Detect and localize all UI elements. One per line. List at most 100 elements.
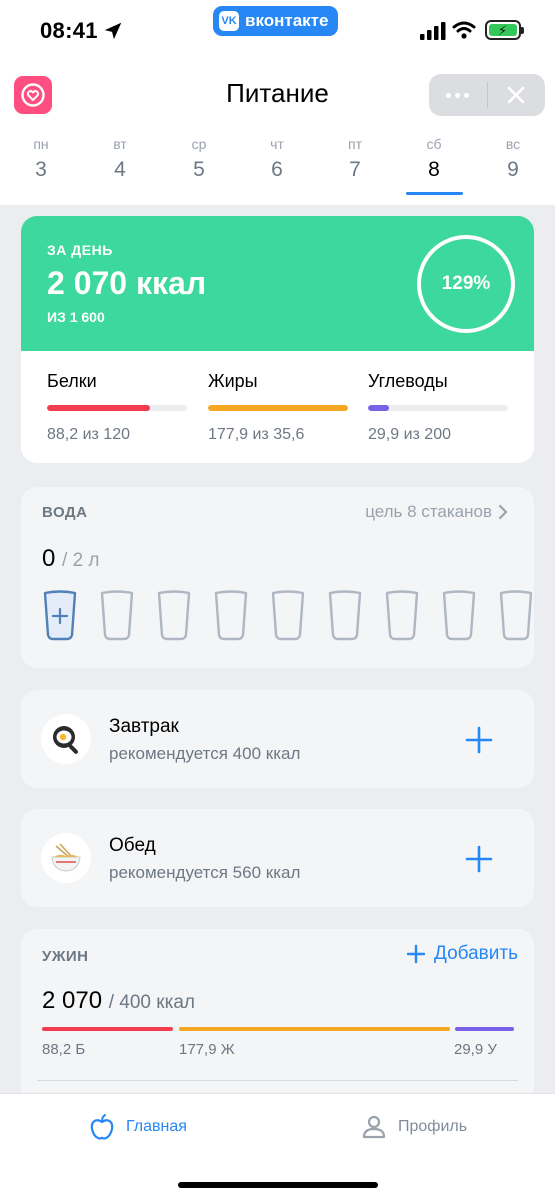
macro-name: Углеводы: [368, 371, 448, 391]
day-number: 4: [114, 158, 126, 181]
day-sun[interactable]: вс 9: [483, 136, 543, 182]
chevron-right-icon: [498, 504, 508, 520]
percent-ring: 129%: [417, 235, 515, 333]
water-amount: 0 / 2 л: [42, 545, 100, 573]
day-name: пт: [348, 136, 362, 152]
apple-icon: [90, 1114, 114, 1140]
day-number: 3: [35, 158, 47, 181]
meal-lunch[interactable]: Обед рекомендуется 560 ккал: [21, 809, 534, 907]
water-glass[interactable]: [327, 590, 363, 642]
dinner-goal: / 400 ккал: [108, 992, 195, 1013]
percent-value: 129%: [441, 273, 491, 294]
macro-track: [368, 405, 508, 411]
dinner-calories: 2 070: [42, 987, 103, 1014]
day-name: чт: [270, 136, 284, 152]
noodle-bowl-icon: [41, 833, 91, 883]
dinner-protein-label: 88,2 Б: [42, 1041, 86, 1058]
water-title: ВОДА: [42, 504, 88, 521]
close-icon: [507, 86, 525, 104]
more-button[interactable]: [429, 74, 487, 116]
vk-logo-icon: VK: [219, 11, 239, 31]
day-number: 7: [349, 158, 361, 181]
macro-fill: [208, 405, 348, 411]
dinner-title: УЖИН: [42, 948, 89, 965]
tab-profile[interactable]: Профиль: [360, 1113, 467, 1141]
summary-label: ЗА ДЕНЬ: [47, 242, 113, 258]
day-thu[interactable]: чт 6: [247, 136, 307, 182]
macro-value: 29,9 из 200: [368, 426, 451, 443]
day-name: сб: [426, 136, 442, 152]
water-card: ВОДА цель 8 стаканов 0 / 2 л: [21, 487, 534, 668]
add-water-glass[interactable]: [42, 590, 78, 642]
macro-name: Жиры: [208, 371, 258, 391]
meal-name: Обед: [109, 835, 156, 856]
user-icon: [362, 1115, 386, 1139]
day-name: пн: [33, 136, 49, 152]
location-arrow-icon: [104, 22, 122, 40]
add-lunch-button[interactable]: [464, 844, 494, 874]
meal-recommendation: рекомендуется 400 ккал: [109, 744, 301, 763]
day-name: вт: [113, 136, 127, 152]
water-goal-link[interactable]: цель 8 стаканов: [365, 502, 508, 522]
water-amount-value: 0: [42, 545, 56, 572]
water-glass[interactable]: [213, 590, 249, 642]
day-sat[interactable]: сб 8: [404, 136, 464, 182]
water-glass[interactable]: [99, 590, 135, 642]
meal-recommendation: рекомендуется 560 ккал: [109, 863, 301, 882]
water-glasses: [42, 590, 534, 642]
water-glass[interactable]: [270, 590, 306, 642]
dinner-macro-bars: [42, 1027, 514, 1031]
home-indicator: [178, 1182, 378, 1188]
vk-app-banner[interactable]: VK вконтакте: [213, 6, 339, 36]
dinner-fat-bar: [179, 1027, 450, 1031]
macro-value: 177,9 из 35,6: [208, 426, 305, 443]
cellular-signal-icon: [420, 22, 446, 40]
macro-name: Белки: [47, 371, 97, 391]
daily-summary-card[interactable]: ЗА ДЕНЬ 2 070 ккал ИЗ 1 600 129% Белки 8…: [21, 216, 534, 463]
water-glass[interactable]: [156, 590, 192, 642]
day-name: вс: [505, 136, 521, 152]
day-wed[interactable]: ср 5: [169, 136, 229, 182]
add-dinner-button[interactable]: Добавить: [406, 943, 518, 965]
vk-banner-label: вконтакте: [245, 11, 329, 30]
status-bar: 08:41 VK вконтакте ⚡: [0, 0, 555, 62]
week-selector: пн 3 вт 4 ср 5 чт 6 пт 7 сб 8 вс 9: [0, 136, 555, 196]
water-glass[interactable]: [441, 590, 477, 642]
dinner-fat-label: 177,9 Ж: [179, 1041, 235, 1058]
water-amount-unit: / 2 л: [62, 550, 100, 571]
meal-dinner: УЖИН Добавить 2 070 / 400 ккал 88,2 Б 17…: [21, 929, 534, 1104]
tab-home[interactable]: Главная: [88, 1113, 187, 1141]
day-number: 9: [507, 158, 519, 181]
more-dots-icon: [446, 92, 470, 98]
day-number: 6: [271, 158, 283, 181]
day-fri[interactable]: пт 7: [325, 136, 385, 182]
mini-app-capsule: [429, 74, 545, 116]
day-mon[interactable]: пн 3: [11, 136, 71, 182]
water-glass[interactable]: [498, 590, 534, 642]
battery-icon: ⚡: [485, 20, 524, 40]
macro-carbs: Углеводы 29,9 из 200: [368, 371, 508, 444]
selected-day-indicator: [406, 192, 463, 195]
day-number: 5: [193, 158, 205, 181]
dinner-carbs-bar: [455, 1027, 514, 1031]
summary-goal: ИЗ 1 600: [47, 309, 105, 325]
macro-protein: Белки 88,2 из 120: [47, 371, 187, 444]
macro-fill: [368, 405, 389, 411]
day-number: 8: [428, 158, 440, 181]
add-breakfast-button[interactable]: [464, 725, 494, 755]
calorie-summary: ЗА ДЕНЬ 2 070 ккал ИЗ 1 600 129%: [21, 216, 534, 351]
close-button[interactable]: [488, 74, 546, 116]
water-glass[interactable]: [384, 590, 420, 642]
plus-icon: [406, 944, 426, 964]
fried-egg-icon: [41, 714, 91, 764]
meal-breakfast[interactable]: Завтрак рекомендуется 400 ккал: [21, 690, 534, 788]
macro-track: [208, 405, 348, 411]
macro-track: [47, 405, 187, 411]
day-tue[interactable]: вт 4: [90, 136, 150, 182]
status-time: 08:41: [40, 18, 98, 43]
tab-home-label: Главная: [126, 1118, 187, 1135]
dinner-protein-bar: [42, 1027, 173, 1031]
macro-fill: [47, 405, 150, 411]
divider: [37, 1080, 518, 1081]
dinner-carbs-label: 29,9 У: [454, 1041, 497, 1058]
